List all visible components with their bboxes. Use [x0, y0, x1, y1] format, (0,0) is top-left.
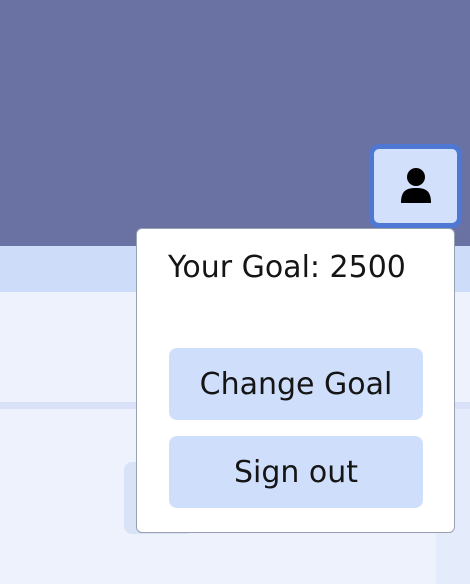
profile-popup: Your Goal: 2500 Change Goal Sign out — [136, 228, 455, 533]
goal-text: Your Goal: 2500 — [168, 250, 406, 285]
sign-out-button[interactable]: Sign out — [169, 436, 423, 508]
change-goal-button[interactable]: Change Goal — [169, 348, 423, 420]
user-icon — [399, 167, 433, 205]
profile-button[interactable] — [369, 144, 462, 228]
